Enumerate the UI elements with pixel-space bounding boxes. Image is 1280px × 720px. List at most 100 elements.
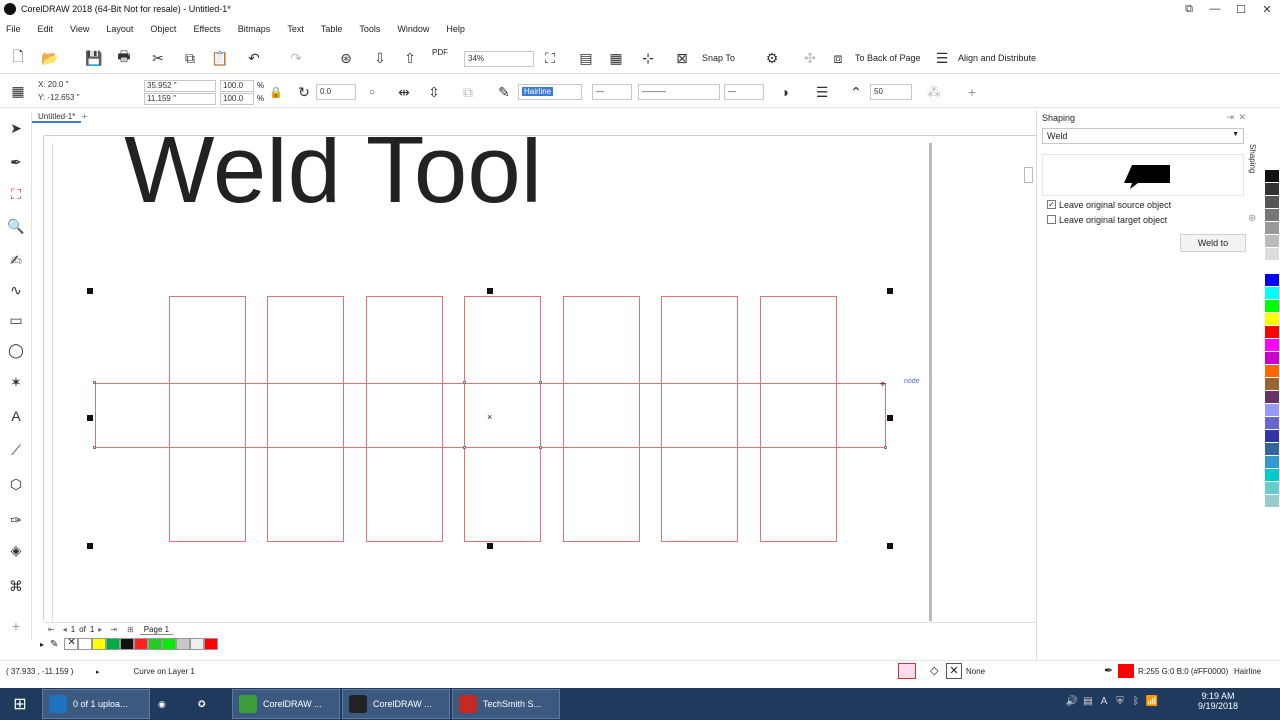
- taskbar-item-coreldraw-1[interactable]: CorelDRAW ...: [232, 689, 340, 719]
- palette-color-swatch[interactable]: [1265, 352, 1279, 365]
- shaping-mode-select[interactable]: Weld ▼: [1042, 128, 1244, 144]
- outline-width-select[interactable]: Hairline: [518, 84, 582, 100]
- shield-icon[interactable]: ⛨: [1112, 696, 1128, 710]
- node[interactable]: [539, 381, 542, 384]
- palette-menu-icon[interactable]: ▸: [40, 640, 44, 649]
- leave-source-checkbox[interactable]: ✓: [1047, 200, 1056, 209]
- show-rulers-icon[interactable]: ▤: [576, 48, 596, 68]
- vertical-ruler[interactable]: [32, 136, 44, 620]
- ellipse-tool-icon[interactable]: ◯: [6, 340, 26, 360]
- curve-smoothness-field[interactable]: 50: [870, 84, 912, 100]
- zoom-tool-icon[interactable]: 🔍: [6, 216, 26, 236]
- add-page-icon[interactable]: ⊞: [127, 625, 134, 634]
- object-origin-icon[interactable]: ▦: [8, 81, 28, 101]
- align-distribute-icon[interactable]: ☰: [932, 48, 952, 68]
- color-swatch[interactable]: [204, 638, 219, 650]
- first-page-icon[interactable]: ⇤: [48, 625, 55, 634]
- leave-target-checkbox[interactable]: [1047, 215, 1056, 224]
- palette-color-swatch[interactable]: [1265, 183, 1279, 196]
- publish-pdf-button[interactable]: PDF: [432, 48, 448, 57]
- outline-color-swatch[interactable]: [1118, 664, 1134, 678]
- minimize-icon[interactable]: —: [1202, 3, 1228, 15]
- color-swatch[interactable]: [176, 638, 191, 650]
- quick-customize-icon[interactable]: ⁂: [924, 82, 944, 102]
- text-wrap-icon[interactable]: ☰: [812, 82, 832, 102]
- add-tool-icon[interactable]: +: [6, 616, 26, 636]
- show-guidelines-icon[interactable]: ⊹: [638, 48, 658, 68]
- palette-color-swatch[interactable]: [1265, 339, 1279, 352]
- add-tab-icon[interactable]: +: [81, 111, 87, 123]
- restore-icon[interactable]: ⧉: [1176, 3, 1202, 16]
- menu-effects[interactable]: Effects: [185, 24, 229, 34]
- scroll-thumb[interactable]: [1024, 167, 1033, 183]
- acrobat-icon[interactable]: A: [1096, 696, 1112, 710]
- menu-view[interactable]: View: [62, 24, 98, 34]
- palette-color-swatch[interactable]: [1265, 378, 1279, 391]
- palette-color-swatch[interactable]: [1265, 404, 1279, 417]
- palette-color-swatch[interactable]: [1265, 469, 1279, 482]
- vertical-scrollbar[interactable]: [1022, 137, 1036, 621]
- line-style-select[interactable]: ———: [638, 84, 720, 100]
- undo-icon[interactable]: ↶: [244, 48, 264, 68]
- full-screen-icon[interactable]: ⛶: [540, 48, 560, 68]
- interactive-fill-icon[interactable]: ◈: [6, 540, 26, 560]
- cut-icon[interactable]: ✂: [148, 48, 168, 68]
- gear-icon[interactable]: ⚙: [762, 48, 782, 68]
- selection-handle-bl[interactable]: [87, 543, 93, 549]
- menu-object[interactable]: Object: [142, 24, 185, 34]
- palette-color-swatch[interactable]: [1265, 430, 1279, 443]
- palette-color-swatch[interactable]: [1265, 456, 1279, 469]
- weld-to-button[interactable]: Weld to: [1180, 234, 1246, 252]
- rotate-icon[interactable]: ↻: [294, 82, 314, 102]
- network-icon[interactable]: ▤: [1080, 696, 1096, 710]
- palette-color-swatch[interactable]: [1265, 482, 1279, 495]
- current-page-number[interactable]: 1: [71, 625, 75, 634]
- export-icon[interactable]: ⇧: [400, 48, 420, 68]
- drawing-canvas[interactable]: Weld Tool × ⌖ node: [44, 137, 1036, 621]
- color-swatch[interactable]: [78, 638, 93, 650]
- menu-text[interactable]: Text: [279, 24, 313, 34]
- end-arrowhead-select[interactable]: —: [724, 84, 764, 100]
- palette-color-swatch[interactable]: [1265, 287, 1279, 300]
- palette-color-swatch[interactable]: [1265, 443, 1279, 456]
- shape-tool-icon[interactable]: ✒: [6, 152, 26, 172]
- color-swatch[interactable]: [106, 638, 121, 650]
- redo-icon[interactable]: ↷: [286, 48, 306, 68]
- mirror-vertical-icon[interactable]: ⇳: [424, 82, 444, 102]
- color-swatch[interactable]: [162, 638, 177, 650]
- tab-untitled-1[interactable]: Untitled-1*: [32, 112, 82, 123]
- import-icon[interactable]: ⇩: [370, 48, 390, 68]
- palette-color-swatch[interactable]: [1265, 248, 1279, 261]
- palette-color-swatch[interactable]: [1265, 235, 1279, 248]
- volume-icon[interactable]: 🔊: [1064, 696, 1080, 710]
- search-content-icon[interactable]: ⊛: [336, 48, 356, 68]
- menu-file[interactable]: File: [0, 24, 30, 34]
- menu-layout[interactable]: Layout: [98, 24, 142, 34]
- lock-ratio-icon[interactable]: 🔒: [266, 82, 286, 102]
- selection-handle-tc[interactable]: [487, 288, 493, 294]
- taskbar-item-techsmith[interactable]: TechSmith S...: [452, 689, 560, 719]
- color-swatch[interactable]: [92, 638, 107, 650]
- eyedropper-icon[interactable]: ✑: [6, 510, 26, 530]
- scale-width-field[interactable]: 100.0: [220, 80, 254, 92]
- last-page-icon[interactable]: ⇥: [110, 625, 117, 634]
- polygon-tool-icon[interactable]: ✶: [6, 372, 26, 392]
- maximize-icon[interactable]: ☐: [1228, 3, 1254, 16]
- mirror-horizontal-icon[interactable]: ⇹: [394, 82, 414, 102]
- align-distribute-button[interactable]: Align and Distribute: [958, 53, 1036, 63]
- parallel-dimension-icon[interactable]: ⟋: [6, 440, 26, 460]
- palette-color-swatch[interactable]: [1265, 313, 1279, 326]
- crop-tool-icon[interactable]: ⛶: [6, 184, 26, 204]
- selection-handle-bc[interactable]: [487, 543, 493, 549]
- copy-icon[interactable]: ⧉: [180, 48, 200, 68]
- node[interactable]: [93, 381, 96, 384]
- close-icon[interactable]: ✕: [1254, 3, 1280, 16]
- node[interactable]: [539, 446, 542, 449]
- palette-color-swatch[interactable]: [1265, 170, 1279, 183]
- selection-handle-ml[interactable]: [87, 415, 93, 421]
- selection-handle-tr[interactable]: [887, 288, 893, 294]
- node[interactable]: [884, 446, 887, 449]
- save-icon[interactable]: 💾: [84, 48, 104, 68]
- width-field[interactable]: 35.952 ": [144, 80, 216, 92]
- taskbar-clock[interactable]: 9:19 AM 9/19/2018: [1198, 691, 1238, 711]
